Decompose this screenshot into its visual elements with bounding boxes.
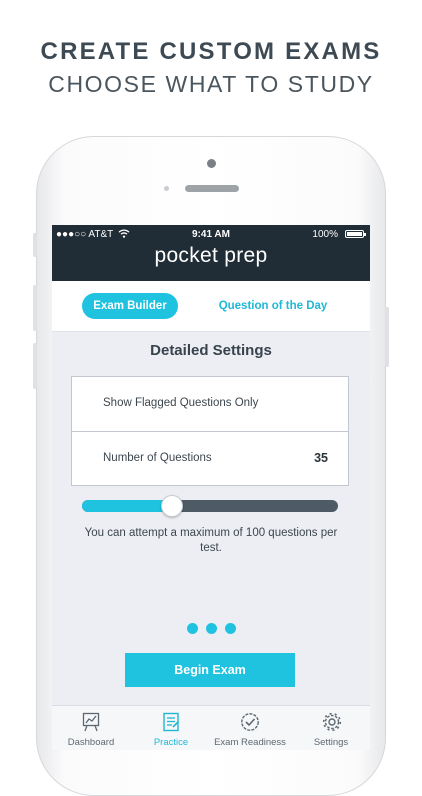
question-count-slider[interactable] [82, 495, 338, 517]
question-count-label: Number of Questions [103, 452, 212, 464]
app-header: ●●●○○ AT&T 9:41 AM 100% pocket prep [52, 225, 370, 281]
battery-percentage: 100% [312, 229, 338, 240]
dot-2 [205, 623, 217, 634]
tabbar-item-practice[interactable]: Practice [132, 706, 210, 750]
segment-tabs: Exam Builder Question of the Day [52, 281, 370, 332]
mute-switch [33, 233, 37, 257]
tabbar-item-dashboard[interactable]: Dashboard [52, 706, 130, 750]
tabbar-item-exam-readiness[interactable]: Exam Readiness [210, 706, 290, 750]
tabbar-item-settings[interactable]: Settings [292, 706, 370, 750]
marketing-subheadline: CHOOSE WHAT TO STUDY [48, 71, 374, 97]
begin-exam-button[interactable]: Begin Exam [125, 653, 295, 687]
dot-1 [186, 623, 198, 634]
volume-up-button [33, 285, 37, 331]
tabbar-label-settings: Settings [313, 737, 349, 748]
marketing-headline: CREATE CUSTOM EXAMS [40, 38, 382, 65]
loading-dots [52, 621, 370, 639]
check-badge-icon [241, 713, 259, 731]
app-logo: pocket prep [154, 244, 268, 267]
slider-fill [82, 500, 172, 512]
tab-question-of-the-day[interactable]: Question of the Day [212, 293, 334, 319]
bottom-tab-bar: Dashboard Practice Exam Readiness Settin… [52, 705, 370, 750]
settings-card: Show Flagged Questions Only Number of Qu… [71, 376, 349, 486]
power-button [385, 307, 389, 367]
practice-clipboard-icon [163, 712, 179, 732]
flagged-questions-label: Show Flagged Questions Only [103, 397, 259, 409]
app-screen: ●●●○○ AT&T 9:41 AM 100% pocket prep Exam… [52, 225, 370, 750]
tabbar-label-exam-readiness: Exam Readiness [214, 737, 286, 748]
battery-icon [345, 230, 366, 238]
flagged-questions-toggle-row[interactable]: Show Flagged Questions Only [72, 377, 348, 432]
question-count-value: 35 [314, 451, 328, 465]
front-camera [207, 159, 216, 168]
section-title: Detailed Settings [150, 342, 272, 359]
slider-thumb[interactable] [160, 495, 183, 517]
question-count-row: Number of Questions 35 [72, 432, 348, 486]
tab-exam-builder[interactable]: Exam Builder [82, 293, 178, 319]
chart-board-icon [82, 712, 100, 732]
gear-icon [322, 712, 342, 732]
tabbar-label-dashboard: Dashboard [67, 737, 115, 748]
max-questions-note: You can attempt a maximum of 100 questio… [84, 527, 338, 554]
volume-down-button [33, 343, 37, 389]
dot-3 [224, 623, 236, 634]
earpiece-speaker [185, 185, 239, 192]
proximity-sensor [164, 186, 169, 191]
tabbar-label-practice: Practice [153, 737, 189, 748]
